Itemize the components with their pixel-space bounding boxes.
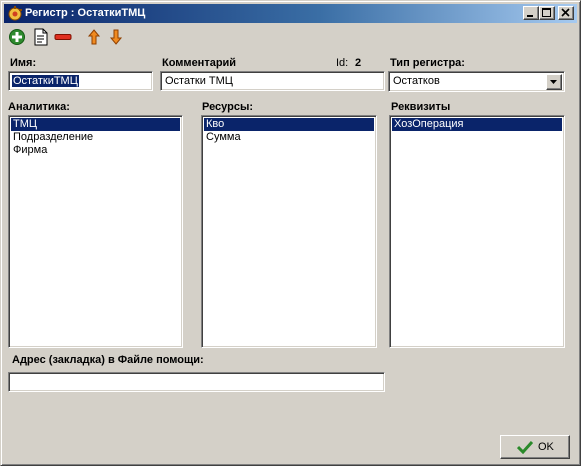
requisites-label: Реквизиты bbox=[391, 101, 451, 113]
help-address-field[interactable] bbox=[8, 372, 385, 392]
help-address-label: Адрес (закладка) в Файле помощи: bbox=[12, 354, 204, 366]
comment-label: Комментарий bbox=[162, 57, 237, 69]
checkmark-icon bbox=[517, 440, 533, 454]
delete-icon[interactable] bbox=[54, 28, 72, 46]
register-type-label: Тип регистра: bbox=[390, 57, 465, 69]
name-label: Имя: bbox=[10, 57, 37, 69]
close-icon bbox=[561, 8, 570, 17]
comment-value: Остатки ТМЦ bbox=[165, 75, 233, 87]
list-item[interactable]: ТМЦ bbox=[11, 118, 180, 131]
requisites-list[interactable]: ХозОперация bbox=[389, 115, 565, 348]
chevron-down-icon bbox=[550, 80, 557, 84]
ok-label: OK bbox=[538, 441, 554, 453]
close-button[interactable] bbox=[558, 6, 574, 20]
list-item[interactable]: Сумма bbox=[204, 131, 374, 144]
arrow-down-icon[interactable] bbox=[107, 28, 125, 46]
list-item[interactable]: Подразделение bbox=[11, 131, 180, 144]
resources-list[interactable]: Кво Сумма bbox=[201, 115, 377, 348]
arrow-up-icon[interactable] bbox=[85, 28, 103, 46]
analytics-list[interactable]: ТМЦ Подразделение Фирма bbox=[8, 115, 183, 348]
name-value: ОстаткиТМЦ bbox=[12, 75, 79, 87]
list-item[interactable]: ХозОперация bbox=[392, 118, 562, 131]
edit-document-icon[interactable] bbox=[32, 28, 50, 46]
title-bar[interactable]: Регистр : ОстаткиТМЦ bbox=[4, 4, 577, 23]
minimize-icon bbox=[527, 15, 533, 17]
id-value: 2 bbox=[355, 57, 362, 69]
list-item[interactable]: Фирма bbox=[11, 144, 180, 157]
resources-label: Ресурсы: bbox=[202, 101, 254, 113]
name-field[interactable]: ОстаткиТМЦ bbox=[8, 71, 153, 91]
maximize-icon bbox=[542, 8, 551, 17]
register-dialog: Регистр : ОстаткиТМЦ Имя: ОстаткиТМЦ Ком… bbox=[0, 0, 581, 466]
ok-button[interactable]: OK bbox=[500, 435, 570, 459]
analytics-label: Аналитика: bbox=[8, 101, 70, 113]
comment-field[interactable]: Остатки ТМЦ bbox=[160, 71, 385, 91]
minimize-button[interactable] bbox=[523, 6, 539, 20]
add-icon[interactable] bbox=[8, 28, 26, 46]
maximize-button[interactable] bbox=[539, 6, 555, 20]
id-label: Id: bbox=[336, 57, 349, 69]
register-type-select[interactable]: Остатков bbox=[388, 71, 565, 92]
register-type-dropdown-button[interactable] bbox=[546, 74, 562, 90]
window-title: Регистр : ОстаткиТМЦ bbox=[25, 7, 146, 19]
list-item[interactable]: Кво bbox=[204, 118, 374, 131]
register-type-value: Остатков bbox=[393, 75, 440, 87]
app-icon bbox=[8, 6, 22, 21]
